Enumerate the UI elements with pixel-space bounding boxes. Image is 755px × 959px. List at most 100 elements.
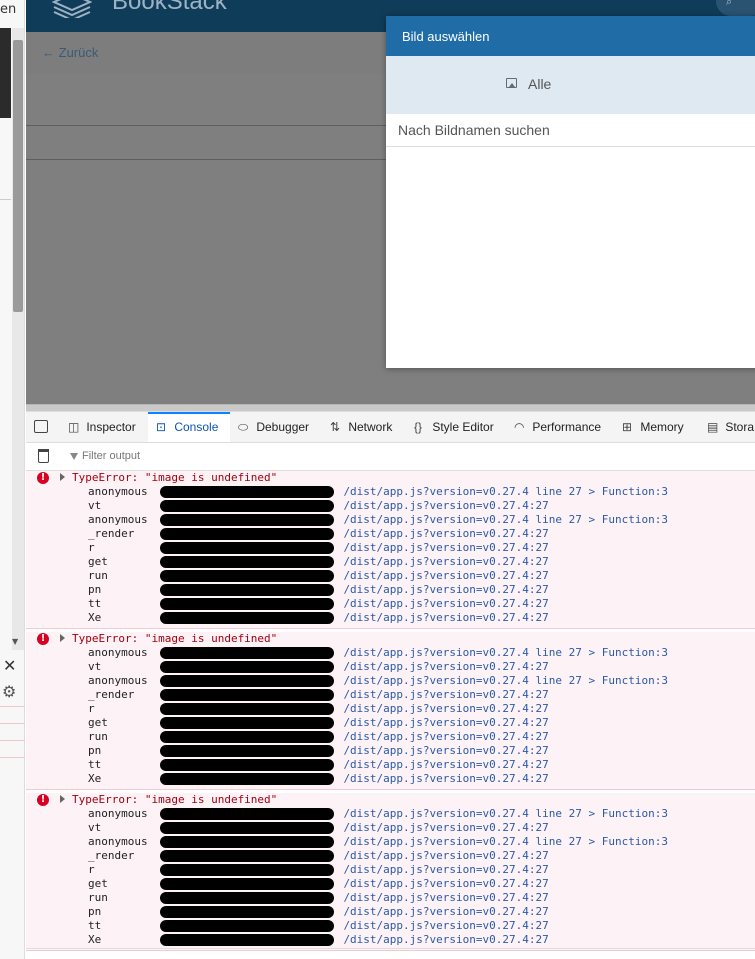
stack-frame-location-text: /dist/app.js?version=v0.27.4:27: [343, 688, 549, 701]
stack-frame-function: r: [88, 863, 95, 876]
tab-inspector[interactable]: ◫ Inspector: [68, 412, 136, 442]
stack-frame-location-text: /dist/app.js?version=v0.27.4:27: [343, 933, 549, 946]
stack-frame[interactable]: pnhttps://xxxxxxxxxxxxxxxxxxxx/dist/app.…: [88, 583, 748, 597]
stack-frame-location-text: /dist/app.js?version=v0.27.4 line 27 > F…: [343, 513, 668, 526]
tab-label: Inspector: [86, 420, 136, 434]
tab-memory[interactable]: ⊞ Memory: [622, 412, 684, 442]
stack-frame-location-text: /dist/app.js?version=v0.27.4:27: [343, 891, 549, 904]
stack-frame[interactable]: anonymoushttps://xxxxxxxxxxxxxxxxxxxx/di…: [88, 513, 748, 527]
stack-frame[interactable]: gethttps://xxxxxxxxxxxxxxxxxxxx/dist/app…: [88, 716, 748, 730]
stack-frame[interactable]: vthttps://xxxxxxxxxxxxxxxxxxxx/dist/app.…: [88, 499, 748, 513]
stack-frame[interactable]: rhttps://xxxxxxxxxxxxxxxxxxxx/dist/app.j…: [88, 863, 748, 877]
stack-frame[interactable]: gethttps://xxxxxxxxxxxxxxxxxxxx/dist/app…: [88, 555, 748, 569]
expand-twisty-icon[interactable]: [60, 473, 65, 481]
redaction-mark: [160, 892, 334, 904]
left-window-scroll-thumb[interactable]: [13, 40, 23, 312]
devtools-splitter[interactable]: [26, 404, 755, 412]
tab-performance[interactable]: ◠ Performance: [514, 412, 601, 442]
redaction-mark: [160, 689, 334, 701]
redaction-mark: [160, 920, 334, 932]
redaction-mark: [160, 570, 334, 582]
console-error-entry[interactable]: ! TypeError: "image is undefined" anonymou…: [26, 471, 755, 629]
stack-frame[interactable]: rhttps://xxxxxxxxxxxxxxxxxxxx/dist/app.j…: [88, 541, 748, 555]
stack-frame-location-text: /dist/app.js?version=v0.27.4:27: [343, 541, 549, 554]
console-toolbar: Filter output: [26, 443, 755, 471]
stack-frame[interactable]: runhttps://xxxxxxxxxxxxxxxxxxxx/dist/app…: [88, 569, 748, 583]
network-icon: ⇅: [330, 420, 341, 434]
search-icon: ⌕: [726, 0, 733, 8]
close-icon[interactable]: ✕: [3, 656, 16, 675]
stack-frame[interactable]: rhttps://xxxxxxxxxxxxxxxxxxxx/dist/app.j…: [88, 702, 748, 716]
stack-frame-location-text: /dist/app.js?version=v0.27.4:27: [343, 597, 549, 610]
stack-frame-location-text: /dist/app.js?version=v0.27.4 line 27 > F…: [343, 807, 668, 820]
redaction-mark: [160, 647, 334, 659]
expand-twisty-icon[interactable]: [60, 634, 65, 642]
stack-frame-function: vt: [88, 821, 102, 834]
stack-frame[interactable]: Xehttps://xxxxxxxxxxxxxxxxxxxx/dist/app.…: [88, 933, 748, 947]
tab-network[interactable]: ⇅ Network: [330, 412, 392, 442]
stack-frame[interactable]: tthttps://xxxxxxxxxxxxxxxxxxxx/dist/app.…: [88, 919, 748, 933]
gear-icon[interactable]: ⚙: [2, 682, 16, 701]
stack-frame[interactable]: _renderhttps://xxxxxxxxxxxxxxxxxxxx/dist…: [88, 527, 748, 541]
stack-frame-function: anonymous: [88, 513, 148, 526]
devtools-tabbar: ◫ Inspector ⊡ Console ⬭ Debugger ⇅ Netwo…: [26, 412, 755, 443]
search-bar[interactable]: ⌕: [716, 0, 755, 16]
redaction-mark: [160, 745, 334, 757]
stack-frame-location-text: /dist/app.js?version=v0.27.4:27: [343, 772, 549, 785]
scroll-down-arrow-icon[interactable]: ▼: [12, 637, 18, 646]
stack-frame[interactable]: pnhttps://xxxxxxxxxxxxxxxxxxxx/dist/app.…: [88, 905, 748, 919]
stack-frame[interactable]: anonymoushttps://xxxxxxxxxxxxxxxxxxxx/di…: [88, 674, 748, 688]
stack-frame-function: vt: [88, 660, 102, 673]
stack-frame[interactable]: pnhttps://xxxxxxxxxxxxxxxxxxxx/dist/app.…: [88, 744, 748, 758]
stack-frame-function: Xe: [88, 611, 102, 624]
tab-all-images[interactable]: Alle: [386, 56, 755, 114]
bookstack-logo-icon[interactable]: [52, 0, 92, 18]
redaction-mark: [160, 703, 334, 715]
tab-debugger[interactable]: ⬭ Debugger: [238, 412, 309, 442]
form-divider: [26, 159, 386, 160]
console-error-entry[interactable]: ! TypeError: "image is undefined" anonymou…: [26, 793, 755, 951]
tab-label: Network: [348, 420, 393, 434]
stack-frame[interactable]: runhttps://xxxxxxxxxxxxxxxxxxxx/dist/app…: [88, 730, 748, 744]
stack-frame[interactable]: anonymoushttps://xxxxxxxxxxxxxxxxxxxx/di…: [88, 835, 748, 849]
element-picker-icon[interactable]: [34, 420, 48, 433]
stack-frame[interactable]: runhttps://xxxxxxxxxxxxxxxxxxxx/dist/app…: [88, 891, 748, 905]
stack-frame[interactable]: anonymoushttps://xxxxxxxxxxxxxxxxxxxx/di…: [88, 485, 748, 499]
back-link[interactable]: ← Zurück: [42, 45, 98, 60]
tab-style-editor[interactable]: {} Style Editor: [414, 412, 494, 442]
stack-frame-location-text: /dist/app.js?version=v0.27.4:27: [343, 569, 549, 582]
stack-frame[interactable]: tthttps://xxxxxxxxxxxxxxxxxxxx/dist/app.…: [88, 597, 748, 611]
stack-frame-function: anonymous: [88, 807, 148, 820]
stack-frame[interactable]: vthttps://xxxxxxxxxxxxxxxxxxxx/dist/app.…: [88, 660, 748, 674]
stack-frame[interactable]: anonymoushttps://xxxxxxxxxxxxxxxxxxxx/di…: [88, 646, 748, 660]
redaction-mark: [160, 528, 334, 540]
stack-frame[interactable]: Xehttps://xxxxxxxxxxxxxxxxxxxx/dist/app.…: [88, 611, 748, 625]
stack-frame-function: pn: [88, 744, 102, 757]
stack-frame-location-text: /dist/app.js?version=v0.27.4:27: [343, 744, 549, 757]
expand-twisty-icon[interactable]: [60, 795, 65, 803]
app-title[interactable]: BookStack: [112, 0, 227, 16]
tab-storage[interactable]: ▤ Stora: [707, 412, 754, 442]
stack-frame[interactable]: _renderhttps://xxxxxxxxxxxxxxxxxxxx/dist…: [88, 688, 748, 702]
stack-frame[interactable]: anonymoushttps://xxxxxxxxxxxxxxxxxxxx/di…: [88, 807, 748, 821]
trash-icon[interactable]: [38, 449, 49, 463]
stack-frame[interactable]: _renderhttps://xxxxxxxxxxxxxxxxxxxx/dist…: [88, 849, 748, 863]
filter-output-input[interactable]: Filter output: [70, 450, 140, 462]
console-error-entry[interactable]: ! TypeError: "image is undefined" anonymou…: [26, 632, 755, 790]
tab-console[interactable]: ⊡ Console: [148, 412, 230, 442]
tab-label: Memory: [640, 420, 684, 434]
stack-frame-location-text: /dist/app.js?version=v0.27.4:27: [343, 499, 549, 512]
stack-frame[interactable]: vthttps://xxxxxxxxxxxxxxxxxxxx/dist/app.…: [88, 821, 748, 835]
stack-frame[interactable]: Xehttps://xxxxxxxxxxxxxxxxxxxx/dist/app.…: [88, 772, 748, 786]
stack-frame-location-text: /dist/app.js?version=v0.27.4:27: [343, 660, 549, 673]
console-input-divider: [26, 948, 755, 949]
stack-frame-function: pn: [88, 905, 102, 918]
error-message: TypeError: "image is undefined": [72, 632, 278, 645]
stack-frame[interactable]: gethttps://xxxxxxxxxxxxxxxxxxxx/dist/app…: [88, 877, 748, 891]
stack-frame[interactable]: tthttps://xxxxxxxxxxxxxxxxxxxx/dist/app.…: [88, 758, 748, 772]
redaction-mark: [160, 556, 334, 568]
inspector-icon: ◫: [68, 420, 80, 434]
image-search-input[interactable]: Nach Bildnamen suchen: [386, 114, 755, 147]
left-window-partial-label: en: [0, 2, 17, 17]
redaction-mark: [160, 584, 334, 596]
